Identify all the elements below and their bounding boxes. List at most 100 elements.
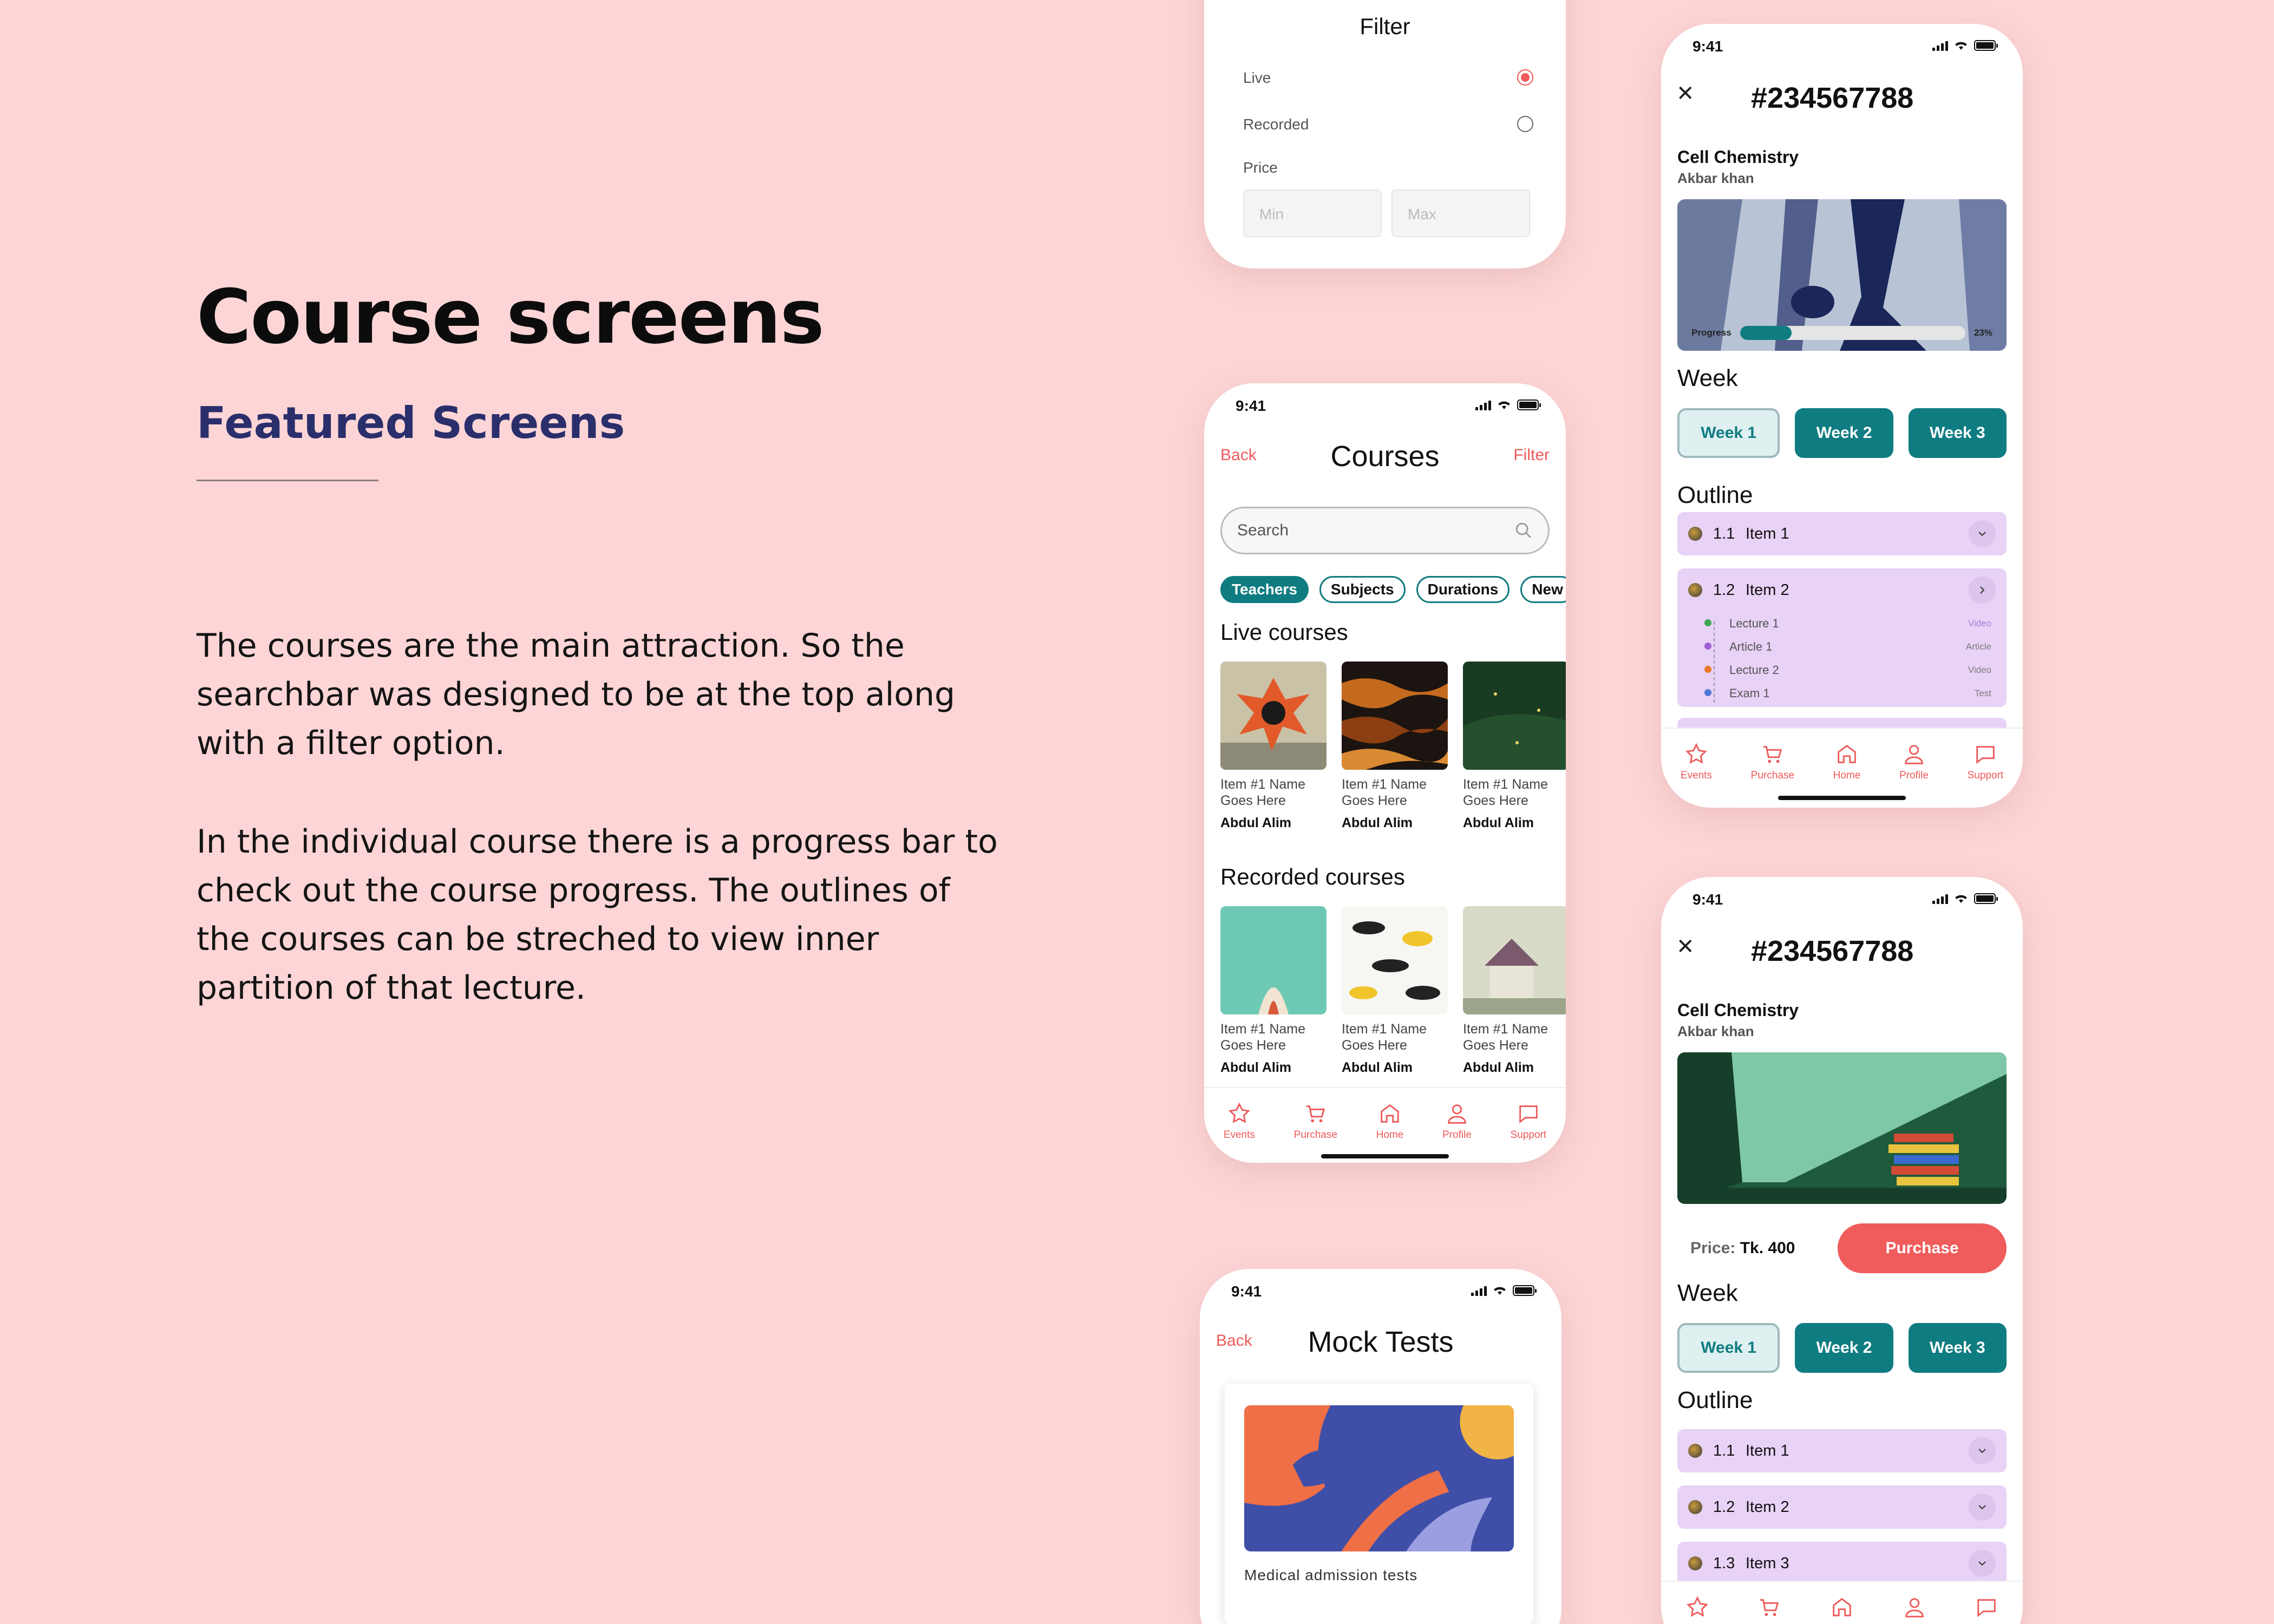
home-indicator[interactable] (1778, 796, 1906, 800)
course-thumbnail (1342, 906, 1448, 1014)
sub-item[interactable]: Exam 1 Test (1704, 682, 1991, 705)
week-2-button[interactable]: Week 2 (1795, 1323, 1893, 1373)
sub-item[interactable]: Lecture 2 Video (1704, 658, 1991, 682)
recorded-radio[interactable] (1517, 116, 1533, 132)
timeline-line (1714, 621, 1715, 703)
chevron-right-icon[interactable] (1969, 577, 1996, 604)
course-author: Abdul Alim (1220, 815, 1292, 830)
tab-support[interactable] (1974, 1595, 1999, 1624)
item-number: 1.2 (1713, 1498, 1735, 1516)
battery-icon (1513, 1285, 1537, 1296)
course-card[interactable]: Item #1 Name Goes Here Abdul Alim (1220, 662, 1327, 831)
signal-icon (1932, 40, 1948, 51)
item-label: Item 2 (1746, 1498, 1789, 1516)
filter-title: Filter (1360, 14, 1410, 39)
chevron-down-icon[interactable] (1969, 520, 1996, 547)
tab-purchase[interactable]: Purchase (1751, 742, 1794, 803)
item-label: Item 1 (1746, 1442, 1789, 1459)
item-thumb-icon (1688, 1444, 1702, 1458)
item-thumb-icon (1688, 1500, 1702, 1514)
price-max-input[interactable]: Max (1391, 189, 1530, 237)
course-author: Abdul Alim (1220, 1060, 1292, 1075)
course-card[interactable]: Item #1 Name Goes Here Abdul Alim (1463, 906, 1566, 1076)
tab-home[interactable]: Home (1376, 1101, 1403, 1163)
outline-item[interactable]: 1.1 Item 1 (1677, 512, 2007, 555)
course-name: Item #1 Name Goes Here (1342, 777, 1427, 808)
close-icon[interactable]: ✕ (1676, 934, 1695, 959)
outline-item[interactable]: 1.2 Item 2 (1677, 1485, 2007, 1529)
status-bar: 9:41 (1200, 1269, 1561, 1312)
course-card[interactable]: Item #1 Name Goes Here Abdul Alim (1463, 662, 1566, 831)
price-text: Price: Tk. 400 (1690, 1239, 1795, 1257)
chevron-down-icon[interactable] (1969, 1550, 1996, 1577)
home-indicator[interactable] (1321, 1154, 1449, 1158)
course-card[interactable]: Item #1 Name Goes Here Abdul Alim (1342, 662, 1448, 831)
chevron-down-icon[interactable] (1969, 1494, 1996, 1521)
mock-test-card[interactable]: Medical admission tests (1225, 1384, 1533, 1624)
outline-item[interactable]: 1.3 Item 3 (1677, 1542, 2007, 1585)
week-3-button[interactable]: Week 3 (1908, 1323, 2007, 1373)
user-icon (1905, 745, 1923, 764)
week-heading: Week (1677, 365, 1738, 391)
tab-bar: Events Purchase Home Profile Support (1661, 728, 2023, 803)
tab-events[interactable]: Events (1224, 1101, 1255, 1163)
course-author: Abdul Alim (1463, 1060, 1534, 1075)
progress-value: 23% (1974, 328, 1992, 338)
close-icon[interactable]: ✕ (1676, 81, 1695, 106)
week-1-button[interactable]: Week 1 (1677, 1323, 1780, 1373)
search-input[interactable]: Search (1220, 507, 1550, 554)
signal-icon (1932, 893, 1948, 904)
tab-purchase[interactable] (1757, 1595, 1782, 1624)
sub-item[interactable]: Article 1 Article (1704, 635, 1991, 658)
chat-icon (1976, 746, 1995, 764)
outline-heading: Outline (1677, 1387, 1753, 1413)
course-author: Abdul Alim (1342, 815, 1413, 830)
live-courses-title: Live courses (1220, 619, 1348, 645)
outline-item-expanded[interactable]: 1.2 Item 2 Lecture 1 Video Article 1 Artic… (1677, 568, 2007, 707)
course-author: Abdul Alim (1342, 1060, 1413, 1075)
battery-icon (1517, 400, 1541, 410)
tab-home[interactable] (1829, 1595, 1854, 1624)
wifi-icon (1494, 1287, 1506, 1295)
screen-title: Courses (1330, 440, 1440, 473)
page-title: Course screens (197, 273, 825, 361)
tab-purchase[interactable]: Purchase (1294, 1101, 1337, 1163)
course-code: #234567788 (1751, 935, 1914, 967)
week-1-button[interactable]: Week 1 (1677, 408, 1780, 458)
tab-support[interactable]: Support (1511, 1101, 1546, 1163)
chevron-down-icon[interactable] (1969, 1437, 1996, 1464)
search-icon[interactable] (1514, 521, 1533, 540)
tab-profile[interactable]: Profile (1442, 1101, 1472, 1163)
status-time: 9:41 (1236, 397, 1266, 414)
item-thumb-icon (1688, 1556, 1702, 1570)
tab-profile[interactable] (1902, 1595, 1927, 1624)
tab-profile[interactable]: Profile (1899, 742, 1929, 803)
filter-option-live[interactable]: Live (1243, 69, 1533, 87)
sub-item-list: Lecture 1 Video Article 1 Article Lecture … (1677, 612, 2007, 705)
price-min-input[interactable]: Min (1243, 189, 1382, 237)
course-name: Item #1 Name Goes Here (1463, 1021, 1548, 1053)
outline-item[interactable]: 1.1 Item 1 (1677, 1429, 2007, 1472)
filter-option-recorded[interactable]: Recorded (1243, 116, 1533, 133)
tab-events[interactable] (1685, 1595, 1710, 1624)
item-label: Item 2 (1746, 581, 1789, 599)
filter-button[interactable]: Filter (1513, 446, 1550, 464)
chip-new[interactable]: New (1520, 576, 1566, 603)
tab-home[interactable]: Home (1833, 742, 1860, 803)
tab-support[interactable]: Support (1968, 742, 2003, 803)
course-card[interactable]: Item #1 Name Goes Here Abdul Alim (1342, 906, 1448, 1076)
tab-events[interactable]: Events (1681, 742, 1712, 803)
courses-screen: 9:41 Back Courses Filter Search Teachers… (1204, 383, 1566, 1163)
chip-subjects[interactable]: Subjects (1319, 576, 1406, 603)
divider (197, 480, 378, 481)
user-icon (1905, 1598, 1924, 1618)
chip-durations[interactable]: Durations (1416, 576, 1510, 603)
sub-item[interactable]: Lecture 1 Video (1704, 612, 1991, 635)
purchase-button[interactable]: Purchase (1838, 1223, 2007, 1273)
chip-teachers[interactable]: Teachers (1220, 576, 1309, 603)
course-card[interactable]: Item #1 Name Goes Here Abdul Alim (1220, 906, 1327, 1076)
live-radio[interactable] (1517, 69, 1533, 86)
week-2-button[interactable]: Week 2 (1795, 408, 1893, 458)
week-3-button[interactable]: Week 3 (1908, 408, 2007, 458)
home-icon (1833, 1597, 1851, 1616)
